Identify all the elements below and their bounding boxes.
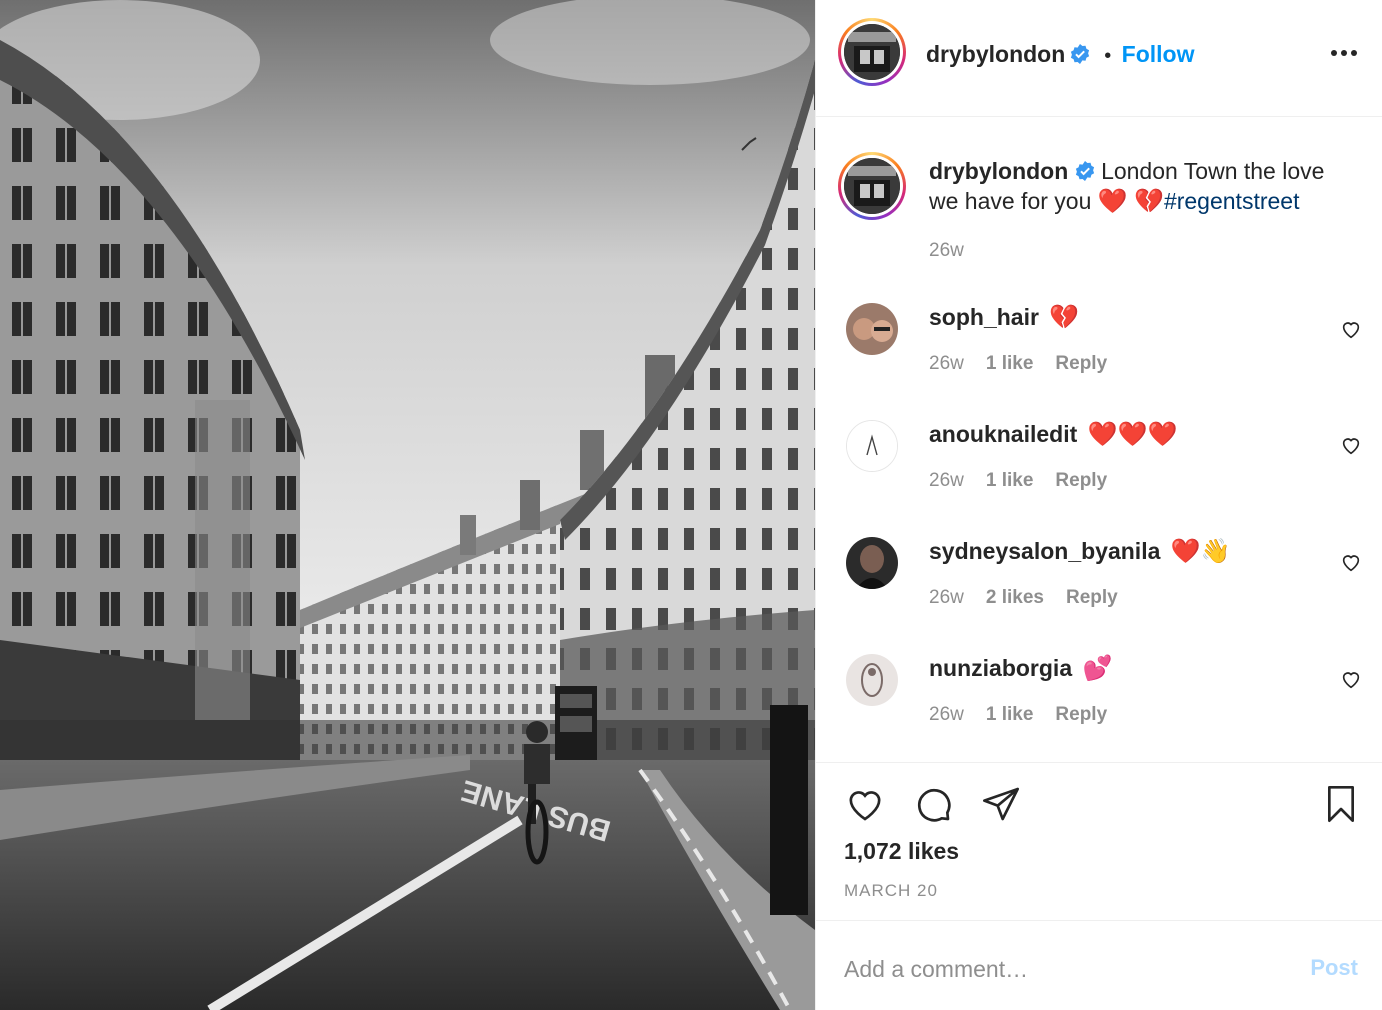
commenter-avatar[interactable] bbox=[846, 420, 898, 472]
comment-likes[interactable]: 1 like bbox=[986, 353, 1034, 374]
post-photo[interactable]: BUS LANE bbox=[0, 0, 815, 1010]
selfie-avatar-image bbox=[846, 303, 898, 355]
verified-badge-icon bbox=[1070, 44, 1089, 64]
comment-text: 💔 bbox=[1049, 303, 1080, 331]
comments-divider bbox=[816, 762, 1382, 763]
comment-time[interactable]: 26w bbox=[929, 704, 964, 725]
comment-time[interactable]: 26w bbox=[929, 353, 964, 374]
comment-text: ❤️👋 bbox=[1170, 537, 1231, 565]
storefront-avatar-image bbox=[844, 24, 900, 80]
follow-button[interactable]: Follow bbox=[1122, 41, 1195, 67]
like-heart-icon[interactable] bbox=[844, 784, 886, 824]
like-comment-heart-icon[interactable] bbox=[1340, 668, 1362, 690]
reply-button[interactable]: Reply bbox=[1066, 587, 1118, 608]
reply-button[interactable]: Reply bbox=[1055, 470, 1107, 491]
save-bookmark-icon[interactable] bbox=[1321, 782, 1361, 826]
caption-time[interactable]: 26w bbox=[929, 240, 964, 262]
share-paper-plane-icon[interactable] bbox=[980, 784, 1022, 824]
reply-button[interactable]: Reply bbox=[1055, 704, 1107, 725]
header-separator: • bbox=[1104, 45, 1112, 67]
like-count[interactable]: 1,072 likes bbox=[844, 838, 959, 865]
add-comment-input[interactable] bbox=[844, 950, 1264, 988]
post-date[interactable]: MARCH 20 bbox=[844, 881, 938, 901]
commenter-avatar[interactable] bbox=[846, 303, 898, 355]
comment-text: ❤️❤️❤️ bbox=[1087, 420, 1178, 448]
caption-username[interactable]: drybylondon bbox=[929, 158, 1068, 184]
post-details-panel: drybylondon • Follow drybylondon London … bbox=[815, 0, 1382, 1010]
author-username[interactable]: drybylondon bbox=[926, 41, 1065, 67]
caption-author-avatar[interactable] bbox=[838, 152, 906, 220]
comment-time[interactable]: 26w bbox=[929, 470, 964, 491]
comment-username[interactable]: soph_hair bbox=[929, 304, 1039, 330]
portrait-avatar-image bbox=[846, 537, 898, 589]
like-comment-heart-icon[interactable] bbox=[1340, 318, 1362, 340]
like-comment-heart-icon[interactable] bbox=[1340, 434, 1362, 456]
commenter-avatar[interactable] bbox=[846, 654, 898, 706]
comment-likes[interactable]: 1 like bbox=[986, 470, 1034, 491]
comment-likes[interactable]: 1 like bbox=[986, 704, 1034, 725]
actions-divider bbox=[816, 920, 1382, 921]
hashtag-link[interactable]: #regentstreet bbox=[1164, 188, 1300, 214]
regent-street-photo: BUS LANE bbox=[0, 0, 815, 1010]
verified-badge-icon bbox=[1075, 161, 1094, 181]
comment-username[interactable]: sydneysalon_byanila bbox=[929, 538, 1160, 564]
comment-likes[interactable]: 2 likes bbox=[986, 587, 1044, 608]
red-heart-emoji: ❤️ bbox=[1097, 187, 1128, 215]
header-divider bbox=[816, 116, 1382, 117]
comment-username[interactable]: nunziaborgia bbox=[929, 655, 1072, 681]
more-options-icon[interactable] bbox=[1330, 48, 1358, 58]
comment-text: 💕 bbox=[1082, 654, 1113, 682]
comment-bubble-icon[interactable] bbox=[912, 784, 954, 824]
brand-logo-avatar-image bbox=[847, 421, 897, 471]
broken-heart-emoji: 💔 bbox=[1134, 187, 1164, 215]
caption-text: drybylondon London Town the love we have… bbox=[929, 156, 1359, 216]
comment-time[interactable]: 26w bbox=[929, 587, 964, 608]
reply-button[interactable]: Reply bbox=[1055, 353, 1107, 374]
emblem-avatar-image bbox=[846, 654, 898, 706]
like-comment-heart-icon[interactable] bbox=[1340, 551, 1362, 573]
author-avatar[interactable] bbox=[838, 18, 906, 86]
commenter-avatar[interactable] bbox=[846, 537, 898, 589]
post-comment-button[interactable]: Post bbox=[1310, 955, 1358, 981]
comment-username[interactable]: anouknailedit bbox=[929, 421, 1077, 447]
storefront-avatar-image bbox=[844, 158, 900, 214]
